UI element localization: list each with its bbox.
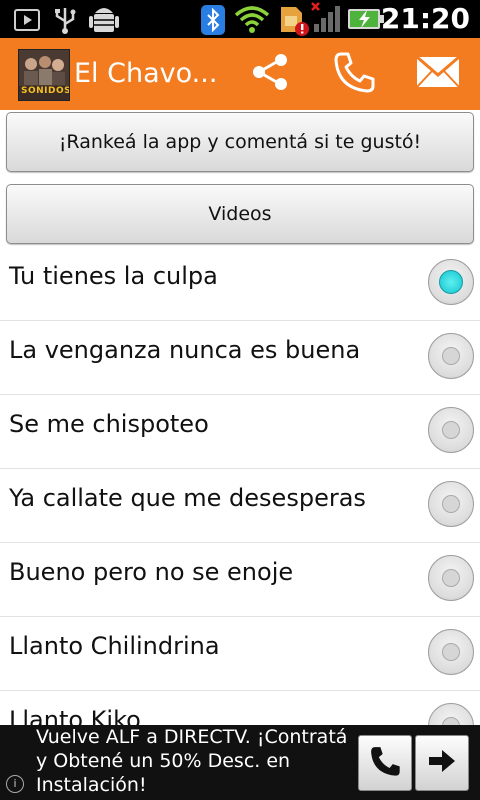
radio-indicator: [442, 569, 460, 587]
radio-button[interactable]: [428, 629, 474, 675]
ad-info-icon[interactable]: i: [6, 775, 24, 793]
radio-indicator: [442, 421, 460, 439]
usb-icon: [52, 6, 78, 38]
status-time: 21:20: [380, 2, 470, 35]
radio-indicator: [442, 717, 460, 725]
list-item[interactable]: Llanto Kiko: [0, 691, 480, 725]
arrow-right-icon: [426, 747, 458, 779]
ad-call-button[interactable]: [358, 735, 412, 791]
share-button[interactable]: [242, 48, 298, 100]
radio-indicator: [442, 643, 460, 661]
videos-button[interactable]: Videos: [6, 184, 474, 244]
radio-button[interactable]: [428, 555, 474, 601]
mail-icon: [415, 54, 461, 94]
list-item-label: Bueno pero no se enoje: [9, 558, 294, 586]
ad-banner[interactable]: Vuelve ALF a DIRECTV. ¡Contratá y Obtené…: [0, 725, 480, 800]
radio-button[interactable]: [428, 407, 474, 453]
phone-icon: [332, 50, 376, 98]
bluetooth-icon: [201, 5, 225, 39]
list-item-label: Se me chispoteo: [9, 410, 209, 438]
rank-app-button[interactable]: ¡Rankeá la app y comentá si te gustó!: [6, 112, 474, 172]
ad-open-button[interactable]: [415, 735, 469, 791]
list-item[interactable]: Ya callate que me desesperas: [0, 469, 480, 543]
android-debug-icon: [88, 5, 120, 39]
wifi-icon: [234, 5, 270, 37]
list-item-label: Llanto Kiko: [9, 706, 141, 725]
list-item-label: Llanto Chilindrina: [9, 632, 220, 660]
status-bar: 21:20: [0, 0, 480, 38]
call-button[interactable]: [326, 48, 382, 100]
signal-icon: [310, 2, 346, 38]
ad-text[interactable]: Vuelve ALF a DIRECTV. ¡Contratá y Obtené…: [36, 725, 354, 797]
list-item-label: La venganza nunca es buena: [9, 336, 361, 364]
list-item[interactable]: La venganza nunca es buena: [0, 321, 480, 395]
list-item-label: Ya callate que me desesperas: [9, 484, 366, 512]
mail-button[interactable]: [410, 48, 466, 100]
radio-indicator: [439, 270, 463, 294]
radio-button[interactable]: [428, 703, 474, 725]
radio-button[interactable]: [428, 481, 474, 527]
app-logo[interactable]: SONIDOS: [18, 49, 70, 101]
list-item[interactable]: Tu tienes la culpa: [0, 247, 480, 321]
share-icon: [248, 50, 292, 98]
radio-indicator: [442, 347, 460, 365]
list-item[interactable]: Bueno pero no se enoje: [0, 543, 480, 617]
radio-button[interactable]: [428, 259, 474, 305]
phone-icon: [368, 744, 402, 782]
list-item[interactable]: Llanto Chilindrina: [0, 617, 480, 691]
radio-button[interactable]: [428, 333, 474, 379]
play-store-icon: [14, 7, 40, 35]
logo-text: SONIDOS: [21, 86, 70, 96]
sound-list: Tu tienes la culpa La venganza nunca es b…: [0, 247, 480, 725]
action-bar: SONIDOS El Chavo...: [0, 38, 480, 110]
list-item[interactable]: Se me chispoteo: [0, 395, 480, 469]
radio-indicator: [442, 495, 460, 513]
app-title: El Chavo...: [74, 58, 218, 89]
sim-alert-icon: [278, 4, 310, 40]
list-item-label: Tu tienes la culpa: [9, 262, 218, 290]
